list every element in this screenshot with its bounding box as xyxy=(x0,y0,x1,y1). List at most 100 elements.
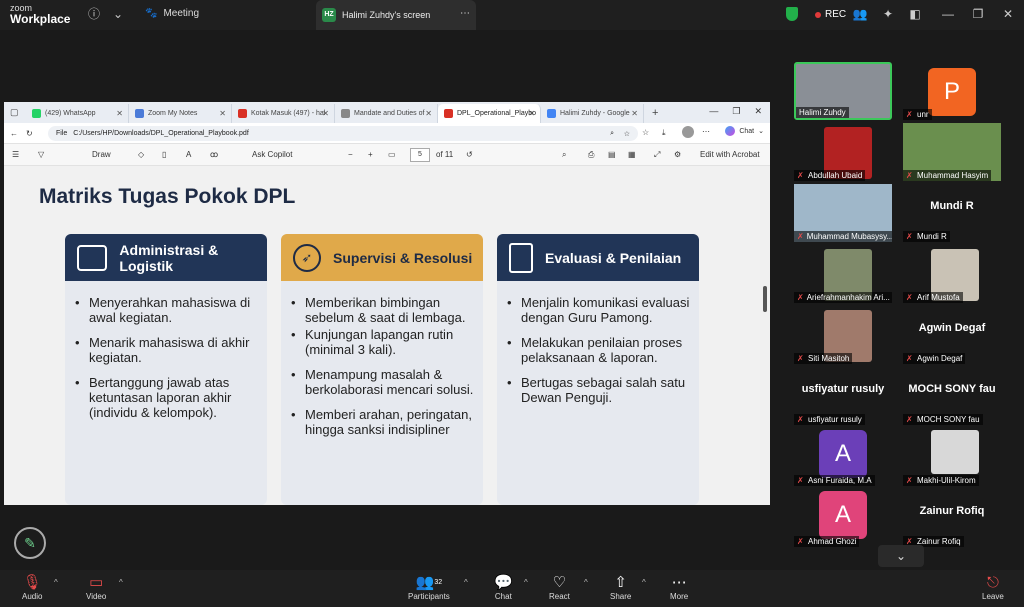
close-icon[interactable]: ✕ xyxy=(754,106,762,117)
tab-close-icon[interactable]: ✕ xyxy=(219,109,226,118)
pdf-scrollbar[interactable] xyxy=(760,166,770,505)
back-icon[interactable]: ← xyxy=(10,129,18,138)
recording-indicator[interactable]: REC xyxy=(815,9,846,20)
browser-tab[interactable]: Zoom My Notes ✕ xyxy=(129,104,232,123)
participant-tile[interactable]: ✗ Ariefrahmanhakim Ari... xyxy=(794,245,892,303)
ai-companion-icon[interactable]: 👥 xyxy=(852,6,868,22)
info-icon[interactable]: ⓘ xyxy=(86,6,102,22)
zoom-out-icon[interactable]: − xyxy=(348,150,353,159)
page-view-icon[interactable]: ▯ xyxy=(162,150,166,159)
draw-button[interactable]: Draw xyxy=(92,150,111,159)
restore-icon[interactable]: ❐ xyxy=(970,6,986,22)
participant-tile[interactable]: P ✗ unr xyxy=(903,62,1001,120)
chevron-down-icon[interactable]: ⌄ xyxy=(110,6,126,22)
participant-tile[interactable]: ✗ Makhi-Ulil-Kirom xyxy=(903,428,1001,486)
participant-tile[interactable]: A ✗ Asni Furaida, M.A xyxy=(794,428,892,486)
copilot-chat-button[interactable]: Chat ⌄ xyxy=(725,126,764,136)
participant-tile[interactable]: ✗ Siti Masitoh xyxy=(794,306,892,364)
eraser-icon[interactable]: ◇ xyxy=(138,150,144,159)
share-options-caret[interactable]: ^ xyxy=(642,578,646,587)
video-button[interactable]: ▭ Video xyxy=(86,574,106,601)
participants-button[interactable]: 👥32 Participants xyxy=(408,574,450,601)
zoom-icon[interactable]: ⌕ xyxy=(610,130,614,138)
page-number-input[interactable]: 5 xyxy=(410,148,430,162)
participant-tile[interactable]: Agwin Degaf ✗ Agwin Degaf xyxy=(903,306,1001,364)
participants-options-caret[interactable]: ^ xyxy=(464,578,468,587)
highlight-icon[interactable]: ▽ xyxy=(38,150,44,159)
chat-options-caret[interactable]: ^ xyxy=(524,578,528,587)
close-icon[interactable]: ✕ xyxy=(1000,6,1016,22)
profile-avatar[interactable] xyxy=(682,126,694,138)
rotate-icon[interactable]: ↺ xyxy=(466,150,473,159)
tab-close-icon[interactable]: ✕ xyxy=(116,109,123,118)
browser-tab[interactable]: Halimi Zuhdy - Google ✕ xyxy=(541,104,644,123)
save-as-icon[interactable]: ▦ xyxy=(628,150,636,159)
browser-tab-label: Mandate and Duties of xyxy=(354,110,425,117)
scrollbar-thumb[interactable] xyxy=(763,286,767,312)
browser-tab[interactable]: Mandate and Duties of ✕ xyxy=(335,104,438,123)
share-button[interactable]: ⇧ Share xyxy=(610,574,631,601)
browser-tab[interactable]: Kotak Masuk (497) - hal ✕ xyxy=(232,104,335,123)
card-header: ➶ Supervisi & Resolusi xyxy=(281,234,483,281)
participant-tile[interactable]: ✗ Muhammad Mubasysy... xyxy=(794,184,892,242)
participant-tile[interactable]: ✗ Arif Mustofa xyxy=(903,245,1001,303)
security-shield-icon[interactable] xyxy=(786,7,798,21)
bullet-item: Bertanggung jawab atas ketuntasan lapora… xyxy=(75,375,259,420)
tab-close-icon[interactable]: ✕ xyxy=(528,109,535,118)
participant-tile[interactable]: usfiyatur rusuly ✗ usfiyatur rusuly xyxy=(794,367,892,425)
participant-tile[interactable]: Zainur Rofiq ✗ Zainur Rofiq xyxy=(903,489,1001,547)
contents-icon[interactable]: ☰ xyxy=(12,150,19,159)
shared-screen-tab[interactable]: HZ Halimi Zuhdy's screen ⋯ xyxy=(316,0,476,30)
immersive-reader-icon[interactable]: ꝏ xyxy=(210,150,218,159)
restore-icon[interactable]: ❐ xyxy=(732,106,740,117)
video-options-caret[interactable]: ^ xyxy=(119,578,123,587)
participant-tile[interactable]: MOCH SONY fau ✗ MOCH SONY fau xyxy=(903,367,1001,425)
participant-tile[interactable]: ✗ Abdullah Ubaid xyxy=(794,123,892,181)
view-layout-icon[interactable]: ◧ xyxy=(907,6,923,22)
participant-tile[interactable]: ✗ Muhammad Hasyim xyxy=(903,123,1001,181)
browser-tab-active[interactable]: DPL_Operational_Playbo ✕ xyxy=(438,104,541,123)
settings-gear-icon[interactable]: ⚙ xyxy=(674,150,681,159)
read-aloud-icon[interactable]: A xyxy=(186,150,191,159)
favorites-icon[interactable]: ☆ xyxy=(642,128,649,137)
annotate-pencil-button[interactable]: ✎ xyxy=(14,527,46,559)
browser-tab[interactable]: (429) WhatsApp ✕ xyxy=(26,104,129,123)
audio-button[interactable]: 🎙 Audio xyxy=(22,574,42,601)
audio-label: Audio xyxy=(22,592,43,601)
search-icon[interactable]: ⌕ xyxy=(562,150,566,160)
bullet-item: Menjalin komunikasi evaluasi dengan Guru… xyxy=(507,295,691,325)
ask-copilot-button[interactable]: Ask Copilot xyxy=(252,150,292,159)
participant-tile[interactable]: Mundi R ✗ Mundi R xyxy=(903,184,1001,242)
tab-close-icon[interactable]: ✕ xyxy=(631,109,638,118)
minimize-icon[interactable]: — xyxy=(940,6,956,22)
react-button[interactable]: ♡ React xyxy=(549,574,570,601)
participant-tile[interactable]: A ✗ Ahmad Ghozi xyxy=(794,489,892,547)
minimize-icon[interactable]: — xyxy=(709,106,718,117)
sparkle-icon[interactable]: ✦ xyxy=(880,6,896,22)
downloads-icon[interactable]: ⤓ xyxy=(662,128,666,138)
participant-tile[interactable]: Halimi Zuhdy xyxy=(794,62,892,120)
edit-with-acrobat-button[interactable]: Edit with Acrobat xyxy=(700,150,760,159)
leave-button[interactable]: ⎋ Leave xyxy=(982,574,1004,601)
gallery-scroll-down-button[interactable]: ⌄ xyxy=(878,545,924,567)
fullscreen-icon[interactable]: ⤢ xyxy=(654,150,660,160)
meeting-tab[interactable]: 🐾 Meeting xyxy=(145,8,199,19)
audio-options-caret[interactable]: ^ xyxy=(54,578,58,587)
react-options-caret[interactable]: ^ xyxy=(584,578,588,587)
zoom-in-icon[interactable]: + xyxy=(368,150,373,159)
favorite-star-icon[interactable]: ☆ xyxy=(624,130,630,138)
more-options-icon[interactable]: ⋯ xyxy=(460,8,470,19)
chat-button[interactable]: 💬 Chat xyxy=(494,574,513,601)
video-label: Video xyxy=(86,592,107,601)
save-icon[interactable]: ▤ xyxy=(608,150,616,159)
more-icon[interactable]: ⋯ xyxy=(702,127,710,136)
print-icon[interactable]: ⎙ xyxy=(588,150,594,160)
more-button[interactable]: ⋯ More xyxy=(670,574,688,601)
tab-list-icon[interactable]: ▢ xyxy=(10,107,19,118)
tab-close-icon[interactable]: ✕ xyxy=(322,109,329,118)
new-tab-icon[interactable]: + xyxy=(652,107,658,119)
address-bar[interactable]: File C:/Users/HP/Downloads/DPL_Operation… xyxy=(48,126,638,141)
fit-page-icon[interactable]: ▭ xyxy=(388,150,396,159)
tab-close-icon[interactable]: ✕ xyxy=(425,109,432,118)
refresh-icon[interactable]: ↻ xyxy=(26,129,33,138)
